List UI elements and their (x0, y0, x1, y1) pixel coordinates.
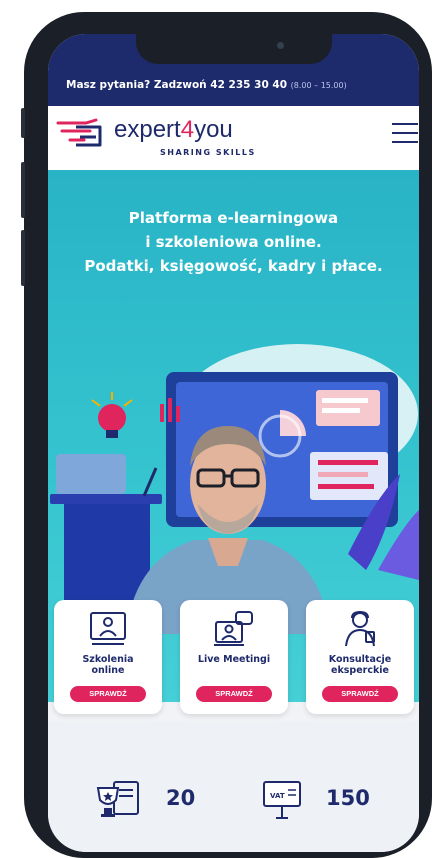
logo-icon[interactable] (56, 118, 108, 148)
card-title-line-1: Live Meetingi (197, 654, 271, 665)
card-title-line-1: Konsultacje (328, 654, 392, 665)
hero-line-3: Podatki, księgowość, kadry i płace. (84, 257, 383, 275)
stat-value: 150 (326, 786, 370, 810)
sprawdz-button[interactable]: SPRAWDŹ (322, 686, 398, 702)
card-title-line-2: eksperckie (331, 665, 389, 676)
laptop-screen (56, 454, 126, 494)
online-training-icon (90, 612, 126, 645)
trophy-certificate-icon (96, 781, 139, 817)
card-szkolenia-online[interactable]: Szkolenia online SPRAWDŹ (54, 600, 162, 714)
table-line-2 (318, 472, 368, 477)
brand-part-four: 4 (180, 116, 195, 143)
hero-line-2: i szkoleniowa online. (145, 233, 322, 251)
hero-illustration (50, 344, 419, 634)
volume-down-button (21, 230, 25, 286)
brand-part-expert: expert (114, 116, 181, 143)
card-live-meetingi[interactable]: Live Meetingi SPRAWDŹ (180, 600, 288, 714)
stat-trainings: 20 (94, 778, 195, 826)
hamburger-menu-icon[interactable] (392, 122, 418, 144)
site-header: expert4you SHARING SKILLS (48, 106, 419, 170)
volume-up-button (21, 162, 25, 218)
mute-switch (21, 108, 25, 138)
bar-2 (168, 398, 172, 422)
card-title: Live Meetingi (180, 654, 288, 665)
table-line-1 (318, 460, 378, 465)
microphone-stand (142, 467, 158, 497)
lightbulb-base (106, 430, 118, 438)
expert-consultation-icon (345, 610, 375, 647)
stats-section: 20 VAT 150 (48, 722, 419, 852)
hero-line-1: Platforma e-learningowa (128, 209, 339, 227)
sprawdz-button[interactable]: SPRAWDŹ (70, 686, 146, 702)
front-camera (277, 42, 284, 49)
phone-notch (136, 34, 332, 64)
phone-screen: Masz pytania? Zadzwoń 42 235 30 40 (8.00… (48, 34, 419, 852)
contact-question: Masz pytania? Zadzwoń 42 235 30 40 (66, 79, 288, 91)
stat-vat: VAT 150 (258, 778, 370, 826)
contact-line[interactable]: Masz pytania? Zadzwoń 42 235 30 40 (8.00… (66, 79, 347, 91)
brand-name[interactable]: expert4you (114, 116, 233, 144)
brand-tagline: SHARING SKILLS (160, 148, 256, 157)
svg-text:VAT: VAT (270, 792, 285, 800)
chart-line-2 (322, 408, 360, 413)
card-title-line-1: Szkolenia (82, 654, 134, 665)
lightbulb-icon (98, 404, 126, 432)
card-title: Szkolenia online (54, 654, 162, 676)
live-meeting-icon (214, 611, 253, 646)
hero-section: Platforma e-learningowa i szkoleniowa on… (48, 170, 419, 714)
stat-value: 20 (166, 786, 196, 810)
podium-body (64, 504, 150, 604)
bar-1 (160, 404, 164, 422)
table-line-3 (318, 484, 374, 489)
contact-hours: (8.00 – 15.00) (290, 81, 347, 90)
chart-line-1 (322, 398, 368, 403)
card-title: Konsultacje eksperckie (306, 654, 414, 676)
hero-headline: Platforma e-learningowa i szkoleniowa on… (48, 206, 419, 278)
lightbulb-rays (91, 392, 133, 407)
vat-presentation-icon: VAT (263, 781, 301, 819)
card-title-line-2: online (91, 665, 125, 676)
sprawdz-button[interactable]: SPRAWDŹ (196, 686, 272, 702)
brand-part-you: you (194, 116, 233, 143)
card-konsultacje-eksperckie[interactable]: Konsultacje eksperckie SPRAWDŹ (306, 600, 414, 714)
bar-3 (176, 406, 180, 422)
